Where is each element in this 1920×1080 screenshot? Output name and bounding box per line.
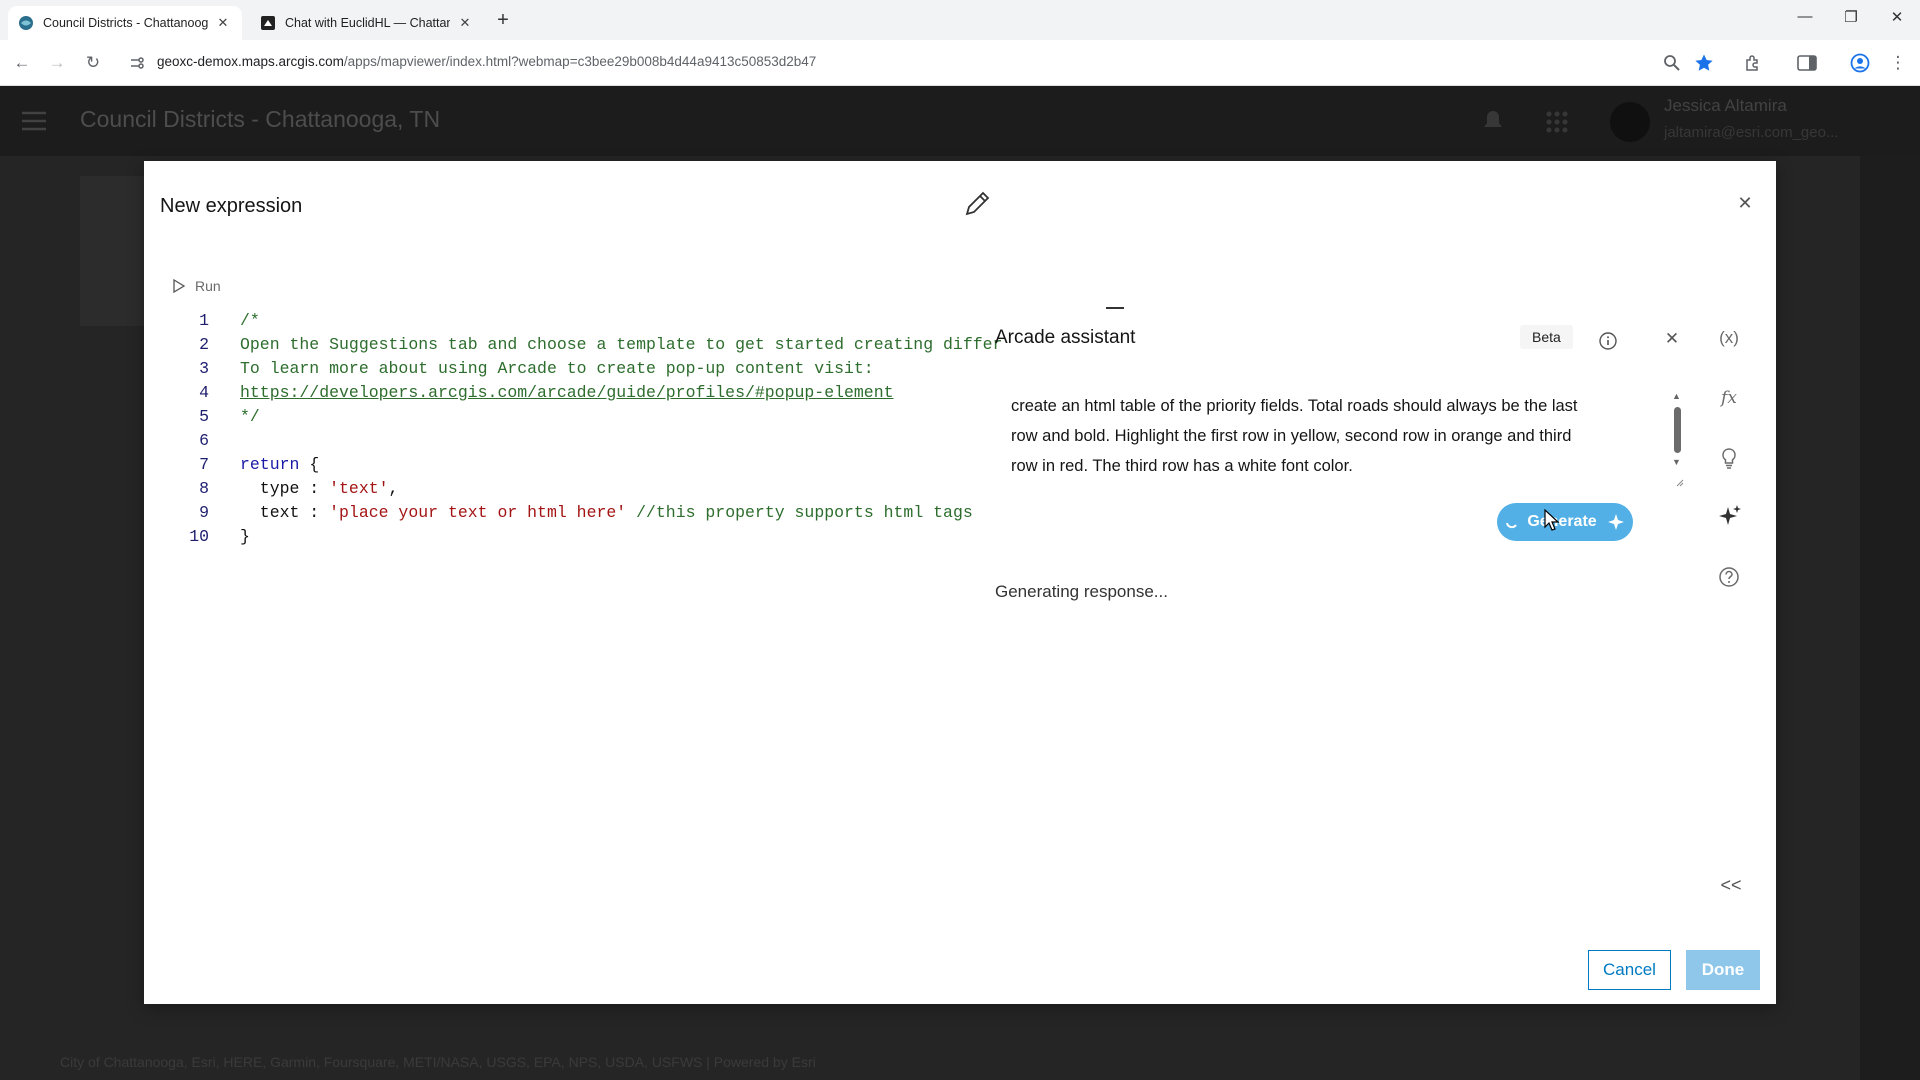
reload-icon[interactable]: ↻: [81, 52, 105, 76]
assistant-title: Arcade assistant: [995, 327, 1136, 348]
generating-status: Generating response...: [995, 582, 1168, 601]
collapse-panel-icon[interactable]: <<: [1718, 875, 1744, 896]
dialog-title: New expression: [160, 195, 303, 217]
code-text: return {: [240, 453, 319, 477]
line-number: 2: [199, 335, 209, 354]
beta-badge: Beta: [1520, 325, 1573, 349]
code-token: Open the Suggestions tab and choose a te…: [240, 335, 1003, 354]
tab-council-districts[interactable]: Council Districts - Chattanooga ✕: [8, 6, 242, 40]
line-number: 3: [199, 359, 209, 378]
code-text: https://developers.arcgis.com/arcade/gui…: [240, 381, 894, 405]
line-number: 6: [199, 431, 209, 450]
close-icon[interactable]: ✕: [214, 15, 232, 31]
zoom-icon[interactable]: [1663, 54, 1681, 72]
cancel-button[interactable]: Cancel: [1588, 950, 1671, 990]
new-expression-dialog: New expression ✕ Run 1 /* 2 Open the Sugges…: [144, 161, 1776, 1004]
suggestions-bulb-icon[interactable]: [1715, 444, 1743, 472]
code-text: */: [240, 405, 260, 429]
code-editor[interactable]: 1 /* 2 Open the Suggestions tab and choose …: [174, 309, 1124, 569]
assistant-close-icon[interactable]: ✕: [1662, 329, 1682, 349]
panel-divider-handle[interactable]: [1106, 307, 1124, 309]
window-close-button[interactable]: ✕: [1885, 8, 1909, 26]
scroll-thumb[interactable]: [1674, 407, 1681, 453]
forward-icon[interactable]: →: [45, 52, 69, 76]
mouse-cursor-icon: [1544, 509, 1560, 531]
code-token: {: [299, 455, 320, 474]
scroll-down-arrow-icon[interactable]: ▼: [1672, 457, 1681, 467]
code-link[interactable]: https://developers.arcgis.com/arcade/gui…: [240, 383, 894, 402]
variables-icon[interactable]: (x): [1715, 324, 1743, 352]
address-bar[interactable]: geoxc-demox.maps.arcgis.com/apps/mapview…: [157, 54, 816, 69]
extensions-icon[interactable]: [1744, 54, 1762, 72]
code-token: type :: [240, 479, 330, 498]
line-number: 7: [199, 455, 209, 474]
euclid-app-icon: [261, 16, 275, 30]
line-number: 9: [199, 503, 209, 522]
code-token: //this property supports html tags: [636, 503, 973, 522]
line-number: 4: [199, 383, 209, 402]
close-icon[interactable]: ✕: [456, 15, 474, 31]
side-panel-icon[interactable]: [1797, 54, 1817, 72]
code-text: type : 'text',: [240, 477, 399, 501]
browser-toolbar: ← → ↻ geoxc-demox.maps.arcgis.com/apps/m…: [0, 40, 1920, 86]
run-button[interactable]: Run: [172, 278, 221, 294]
loading-spinner-icon: [1506, 522, 1518, 529]
run-label: Run: [195, 278, 221, 294]
minimize-button[interactable]: —: [1793, 8, 1817, 25]
url-path: /apps/mapviewer/index.html?webmap=c3bee2…: [343, 54, 817, 69]
bookmark-star-icon[interactable]: [1694, 53, 1714, 73]
browser-tabstrip: Council Districts - Chattanooga ✕ Chat w…: [0, 0, 1920, 40]
code-token: ,: [388, 479, 399, 498]
prompt-scrollbar[interactable]: ▲ ▼: [1672, 391, 1682, 471]
prompt-textarea[interactable]: create an html table of the priority fie…: [1011, 391, 1587, 491]
line-number: 8: [199, 479, 209, 498]
tab-title: Chat with EuclidHL — Chattanoo: [285, 16, 450, 30]
line-number: 5: [199, 407, 209, 426]
code-text: }: [240, 525, 250, 549]
tab-title: Council Districts - Chattanooga: [43, 16, 208, 30]
help-icon[interactable]: [1715, 563, 1743, 591]
assistant-sparkle-icon[interactable]: [1715, 502, 1743, 530]
play-icon: [173, 279, 186, 293]
generate-button[interactable]: Generate: [1497, 503, 1633, 541]
new-tab-button[interactable]: +: [493, 10, 513, 30]
code-token: To learn more about using Arcade to crea…: [240, 359, 874, 378]
sparkle-icon: [1607, 514, 1624, 530]
back-icon[interactable]: ←: [10, 52, 34, 76]
maximize-button[interactable]: ❐: [1839, 8, 1863, 26]
code-text: text : 'place your text or html here' //…: [240, 501, 973, 525]
code-text: To learn more about using Arcade to crea…: [240, 357, 874, 381]
info-icon[interactable]: [1598, 331, 1618, 351]
resize-handle-icon[interactable]: [1674, 477, 1684, 487]
arcgis-globe-icon: [19, 16, 33, 30]
line-number: 1: [199, 311, 209, 330]
site-info-icon[interactable]: [129, 55, 145, 71]
scroll-up-arrow-icon[interactable]: ▲: [1672, 391, 1681, 401]
code-token: }: [240, 527, 250, 546]
code-text: /*: [240, 309, 260, 333]
generate-label: Generate: [1527, 513, 1597, 530]
url-domain: geoxc-demox.maps.arcgis.com: [157, 54, 344, 69]
functions-icon[interactable]: fx: [1715, 384, 1743, 412]
code-token: 'place your text or html here': [329, 503, 627, 522]
code-token: text :: [240, 503, 330, 522]
dialog-close-icon[interactable]: ✕: [1735, 193, 1755, 214]
edit-title-pencil-icon[interactable]: [962, 189, 992, 219]
code-token: */: [240, 407, 260, 426]
code-token: 'text': [329, 479, 389, 498]
profile-icon[interactable]: [1850, 53, 1870, 73]
browser-menu-icon[interactable]: ⋮: [1886, 52, 1910, 76]
code-token: /*: [240, 311, 260, 330]
done-button[interactable]: Done: [1686, 950, 1760, 990]
code-text: Open the Suggestions tab and choose a te…: [240, 333, 1002, 357]
code-token: return: [240, 455, 300, 474]
line-number: 10: [189, 527, 209, 546]
tab-chat-euclid[interactable]: Chat with EuclidHL — Chattanoo ✕: [250, 6, 484, 40]
